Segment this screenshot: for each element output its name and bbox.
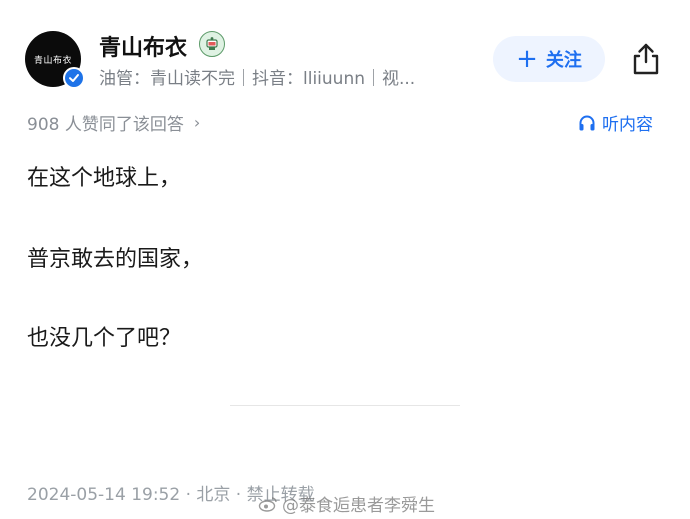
- answer-page: 青山布衣 青山布衣 油管：青山读不完｜抖音：lliiuunn｜视... + 关注…: [0, 0, 690, 519]
- content-paragraph: 在这个地球上，: [27, 166, 182, 191]
- listen-button[interactable]: 听内容: [578, 110, 653, 135]
- author-name[interactable]: 青山布衣: [99, 30, 187, 62]
- share-icon[interactable]: [628, 40, 664, 78]
- weibo-logo: [258, 496, 277, 512]
- headphones-icon: [579, 115, 595, 130]
- content-divider: [230, 405, 460, 406]
- watermark-text: @泰食逅患者李舜生: [282, 496, 435, 516]
- avatar-text: 青山布衣: [33, 55, 72, 66]
- author-bio: 油管：青山读不完｜抖音：lliiuunn｜视...: [99, 69, 416, 89]
- cup-badge-icon[interactable]: [199, 31, 225, 57]
- content-paragraph: 普京敢去的国家，: [27, 247, 204, 272]
- plus-icon: +: [516, 44, 538, 74]
- upvote-count-link[interactable]: 908 人赞同了该回答 ›: [27, 110, 200, 135]
- content-paragraph: 也没几个了吧？: [27, 326, 182, 351]
- chevron-right-icon: ›: [193, 113, 201, 132]
- listen-label: 听内容: [602, 115, 653, 135]
- upvote-text: 908 人赞同了该回答: [27, 115, 184, 135]
- follow-label: 关注: [545, 50, 582, 71]
- follow-button[interactable]: + 关注: [493, 36, 605, 82]
- watermark: @泰食逅患者李舜生: [258, 491, 435, 516]
- verified-check-icon: [63, 67, 85, 89]
